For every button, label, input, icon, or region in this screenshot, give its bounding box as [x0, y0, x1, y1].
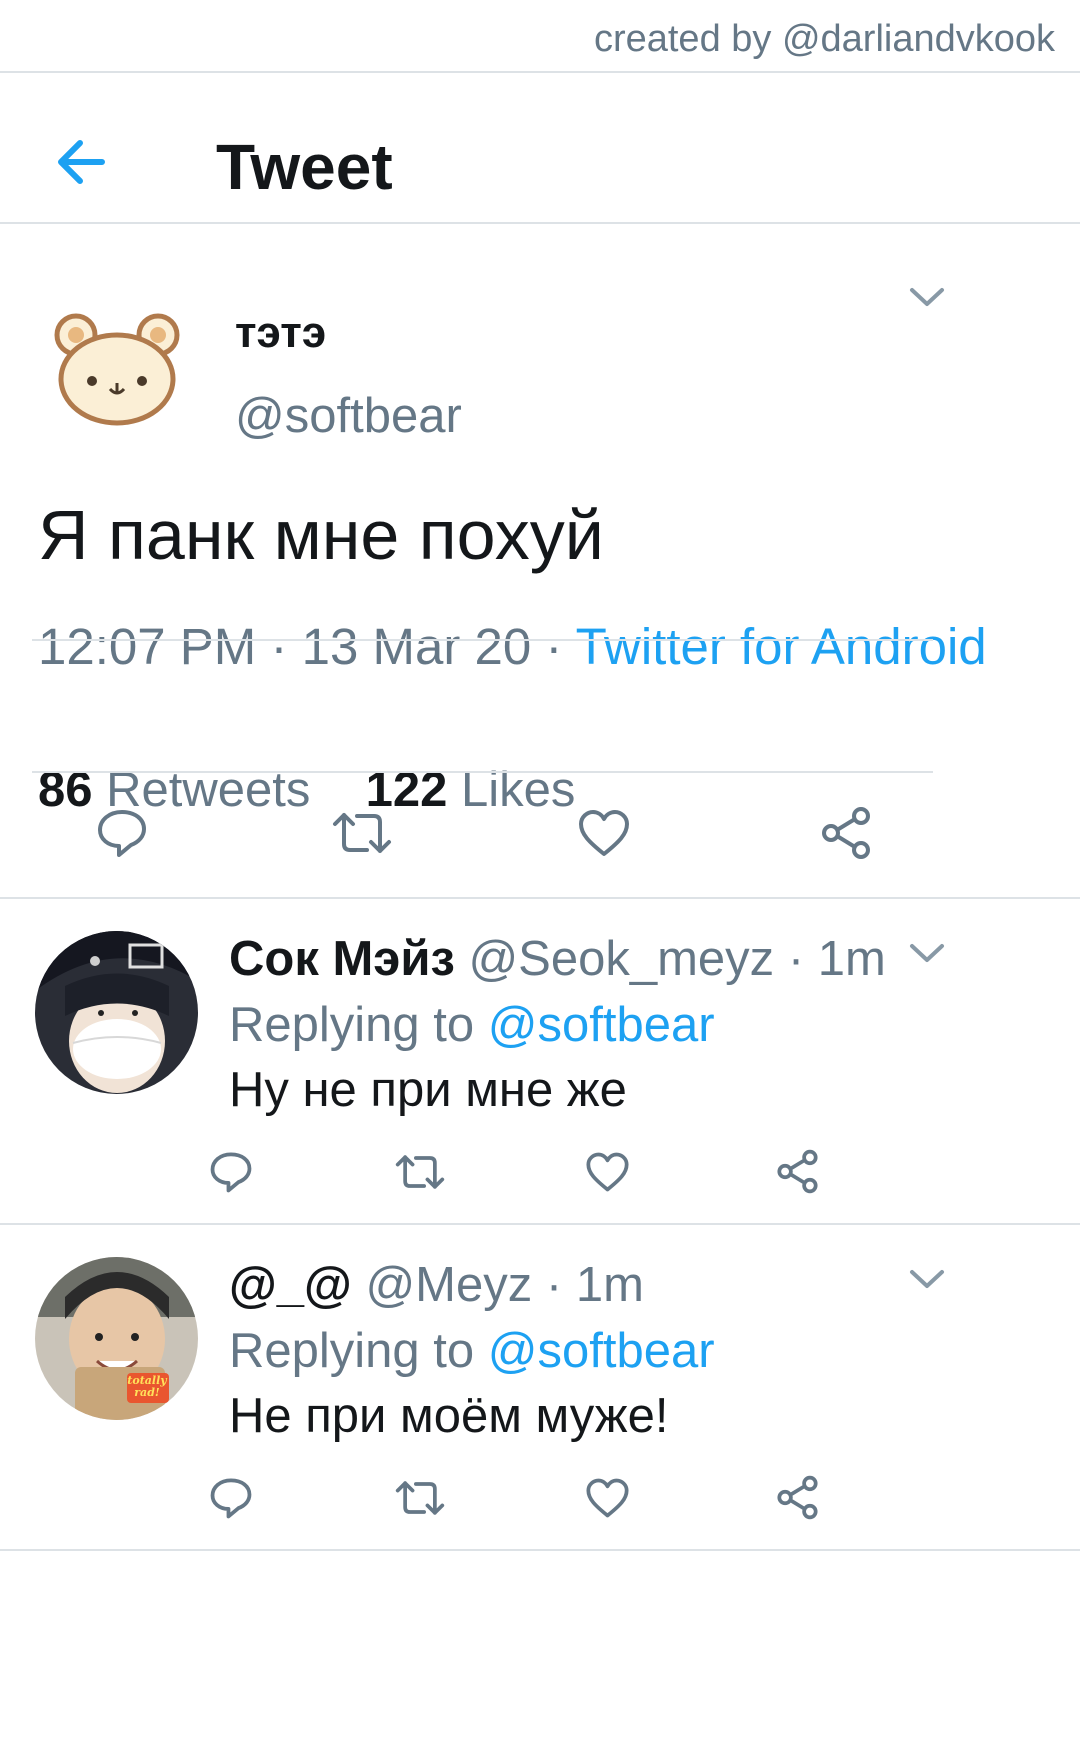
reply-icon[interactable]: [96, 808, 148, 858]
avatar-sticker-text: totally rad!: [127, 1374, 167, 1399]
meta-separator: ·: [545, 1258, 563, 1312]
replying-to: Replying to @softbear: [229, 997, 715, 1053]
share-icon[interactable]: [820, 806, 872, 860]
tweet-time: 12:07 PM: [38, 618, 257, 675]
avatar[interactable]: [35, 931, 198, 1094]
reply-author-handle[interactable]: @Seok_meyz: [468, 932, 774, 986]
reply-author-name[interactable]: @_@: [229, 1258, 352, 1312]
divider: [0, 1223, 1080, 1225]
reply-text: Не при моём муже!: [229, 1389, 669, 1443]
reply-time: 1m: [817, 932, 886, 986]
divider: [0, 1549, 1080, 1551]
watermark-credit: created by @darliandvkook: [593, 18, 1055, 60]
replying-to-handle[interactable]: @softbear: [488, 998, 715, 1052]
divider: [0, 222, 1080, 224]
chevron-down-icon[interactable]: [907, 285, 947, 309]
reply-author-handle[interactable]: @Meyz: [365, 1258, 532, 1312]
reply-text: Ну не при мне же: [229, 1063, 627, 1117]
chevron-down-icon[interactable]: [907, 1267, 947, 1291]
page-title: Tweet: [216, 131, 393, 203]
divider: [0, 71, 1080, 73]
like-icon[interactable]: [577, 808, 631, 858]
divider: [32, 771, 933, 773]
tweet-date: 13 Mar 20: [301, 618, 532, 675]
reply-author-name[interactable]: Сок Мэйз: [229, 932, 455, 986]
tweet-text: Я панк мне похуй: [38, 496, 604, 574]
meta-separator: ·: [787, 932, 805, 986]
share-icon[interactable]: [776, 1149, 819, 1194]
retweet-icon[interactable]: [394, 1479, 446, 1517]
arrow-left-icon[interactable]: [52, 131, 114, 193]
replying-to-label: Replying to: [229, 1324, 475, 1378]
tweet-source-link[interactable]: Twitter for Android: [576, 618, 987, 675]
like-icon[interactable]: [585, 1151, 630, 1193]
like-icon[interactable]: [585, 1477, 630, 1519]
retweet-icon[interactable]: [394, 1153, 446, 1191]
chevron-down-icon[interactable]: [907, 941, 947, 965]
divider: [0, 897, 1080, 899]
bear-face-icon[interactable]: [52, 305, 182, 429]
tweet-author-name[interactable]: тэтэ: [235, 308, 326, 358]
reply-icon[interactable]: [209, 1477, 253, 1519]
divider: [32, 639, 933, 641]
reply-header: Сок Мэйз @Seok_meyz · 1m: [229, 931, 886, 987]
replying-to-label: Replying to: [229, 998, 475, 1052]
meta-separator: ·: [545, 618, 563, 675]
replying-to: Replying to @softbear: [229, 1323, 715, 1379]
reply-icon[interactable]: [209, 1151, 253, 1193]
share-icon[interactable]: [776, 1475, 819, 1520]
reply-time: 1m: [575, 1258, 644, 1312]
reply-header: @_@ @Meyz · 1m: [229, 1257, 644, 1313]
tweet-meta: 12:07 PM · 13 Mar 20 · Twitter for Andro…: [38, 617, 987, 676]
replying-to-handle[interactable]: @softbear: [488, 1324, 715, 1378]
tweet-author-handle[interactable]: @softbear: [235, 388, 462, 444]
avatar[interactable]: [35, 1257, 198, 1420]
meta-separator: ·: [270, 618, 288, 675]
retweet-icon[interactable]: [331, 810, 393, 856]
